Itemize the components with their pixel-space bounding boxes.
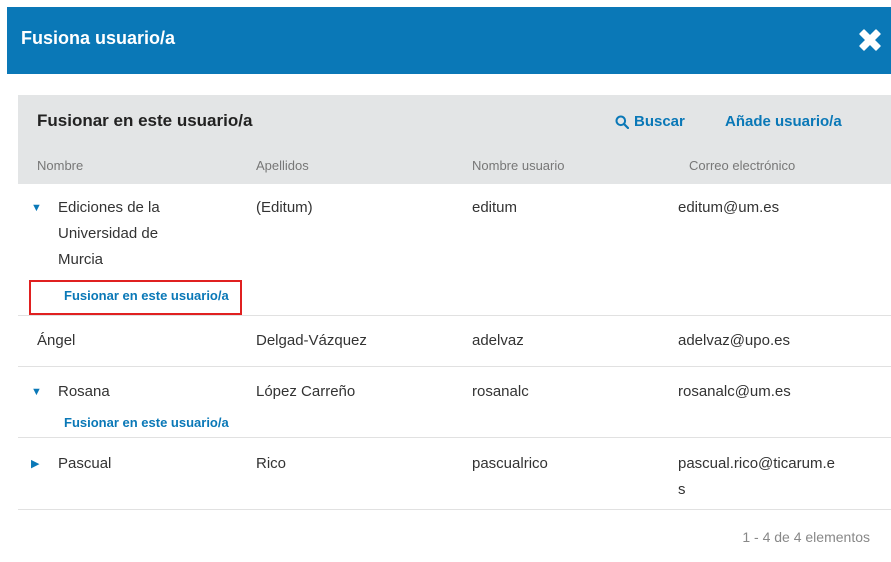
email-cell: adelvaz@upo.es <box>678 332 790 349</box>
search-label: Buscar <box>634 113 685 130</box>
first-name-cell: Ediciones de la Universidad de Murcia <box>58 195 160 273</box>
column-header-username[interactable]: Nombre usuario <box>472 158 565 173</box>
email-cell: editum@um.es <box>678 199 780 216</box>
table-row: Ángel Delgad-Vázquez adelvaz adelvaz@upo… <box>18 316 891 367</box>
add-user-button[interactable]: Añade usuario/a <box>725 113 842 130</box>
column-header-email[interactable]: Correo electrónico <box>689 158 795 173</box>
close-icon[interactable] <box>855 25 885 55</box>
row-expanded-toggle-icon[interactable]: ▼ <box>31 195 42 221</box>
first-name-cell: Pascual <box>58 455 112 472</box>
first-name-line: Ediciones de la <box>58 199 160 216</box>
merge-into-user-link[interactable]: Fusionar en este usuario/a <box>64 415 229 430</box>
username-cell: pascualrico <box>472 455 548 472</box>
column-header-last-name[interactable]: Apellidos <box>256 158 309 173</box>
table-row: ▶ Pascual Rico pascualrico pascual.rico@… <box>18 438 891 510</box>
first-name-cell: Ángel <box>37 332 76 349</box>
panel-header: Fusionar en este usuario/a Buscar Añade … <box>18 95 891 184</box>
last-name-cell: (Editum) <box>256 199 313 216</box>
pagination-info: 1 - 4 de 4 elementos <box>742 529 870 545</box>
modal-header: Fusiona usuario/a <box>7 7 891 74</box>
first-name-cell: Rosana <box>58 383 110 400</box>
username-cell: rosanalc <box>472 383 529 400</box>
panel-title: Fusionar en este usuario/a <box>37 111 253 130</box>
row-expanded-toggle-icon[interactable]: ▼ <box>31 379 42 405</box>
search-button[interactable]: Buscar <box>615 113 685 130</box>
row-collapsed-toggle-icon[interactable]: ▶ <box>31 451 39 477</box>
email-line: pascual.rico@ticarum.e <box>678 455 835 472</box>
email-cell: pascual.rico@ticarum.e s <box>678 451 835 503</box>
highlight-box <box>29 280 242 315</box>
table-row: ▼ Rosana López Carreño rosanalc rosanalc… <box>18 367 891 438</box>
first-name-line: Murcia <box>58 251 104 268</box>
last-name-cell: López Carreño <box>256 383 356 400</box>
modal-title: Fusiona usuario/a <box>21 28 176 48</box>
last-name-cell: Rico <box>256 455 287 472</box>
email-line: s <box>678 481 686 498</box>
last-name-cell: Delgad-Vázquez <box>256 332 367 349</box>
search-icon <box>615 115 629 129</box>
column-header-first-name[interactable]: Nombre <box>37 158 83 173</box>
username-cell: editum <box>472 199 518 216</box>
username-cell: adelvaz <box>472 332 524 349</box>
first-name-line: Universidad de <box>58 225 159 242</box>
email-cell: rosanalc@um.es <box>678 383 791 400</box>
user-list-panel: Fusionar en este usuario/a Buscar Añade … <box>18 95 891 562</box>
